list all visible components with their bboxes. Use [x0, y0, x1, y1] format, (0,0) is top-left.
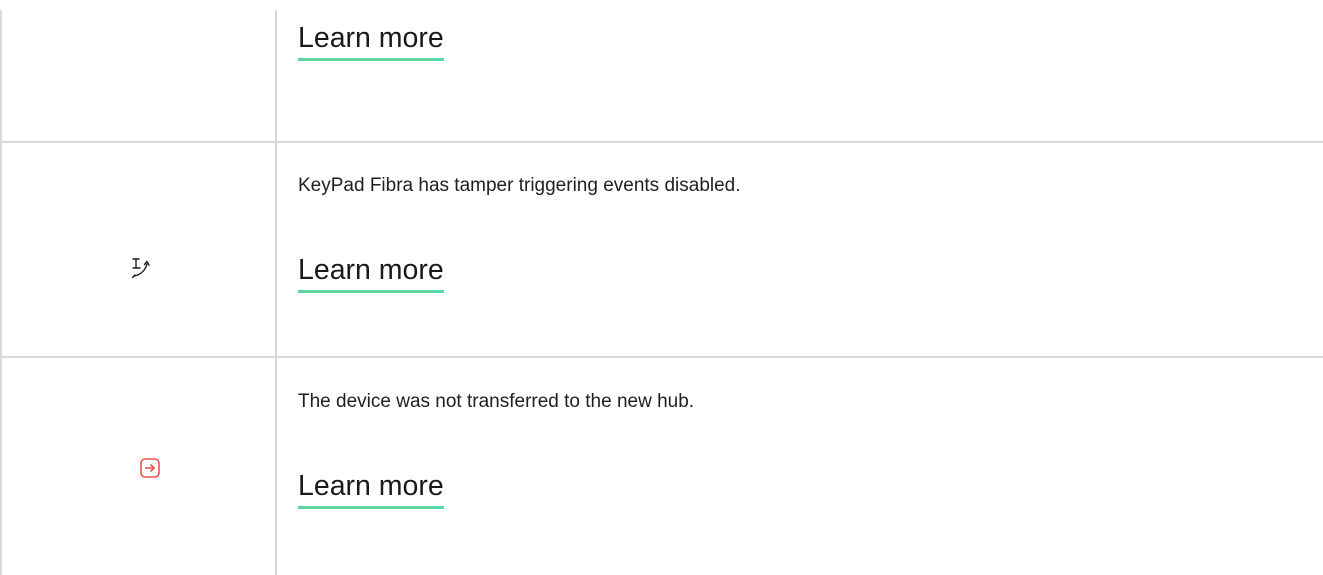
- row-description: KeyPad Fibra has tamper triggering event…: [298, 175, 741, 196]
- row-description: The device was not transferred to the ne…: [298, 391, 695, 412]
- transfer-icon: [139, 457, 163, 481]
- row-divider: [0, 356, 1323, 358]
- table-left-border: [0, 10, 2, 575]
- column-divider: [275, 10, 277, 575]
- row-divider: [0, 141, 1323, 143]
- learn-more-link[interactable]: Learn more: [298, 253, 444, 293]
- learn-more-link[interactable]: Learn more: [298, 469, 444, 509]
- tamper-icon: [130, 256, 154, 280]
- learn-more-link[interactable]: Learn more: [298, 21, 444, 61]
- events-table: Learn more KeyPad Fibra has tamper trigg…: [0, 0, 1323, 575]
